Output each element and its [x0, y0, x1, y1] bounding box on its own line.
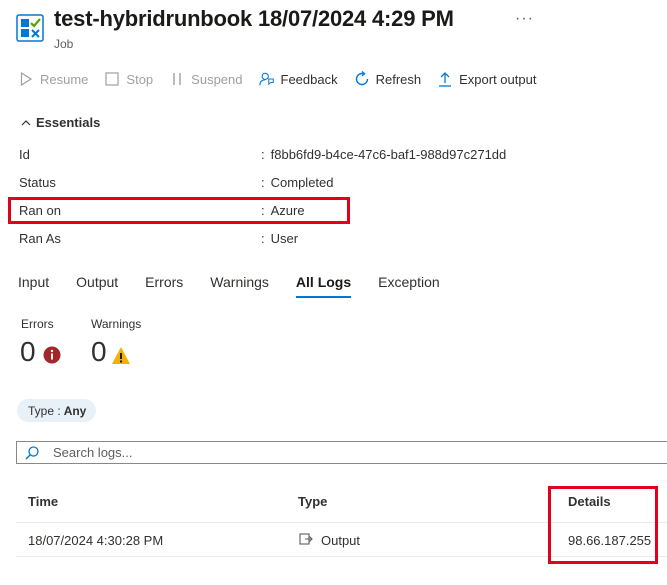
resume-button[interactable]: Resume [18, 71, 88, 87]
search-icon [25, 445, 39, 459]
refresh-button[interactable]: Refresh [354, 71, 422, 87]
stop-button[interactable]: Stop [104, 71, 153, 87]
feedback-label: Feedback [280, 71, 338, 87]
resume-label: Resume [40, 71, 89, 87]
id-label: Id [19, 147, 30, 162]
export-output-button[interactable]: Export output [437, 71, 536, 87]
type-filter-value: Any [63, 403, 87, 418]
command-bar: Resume Stop Suspend Feedback Refresh Exp… [18, 68, 552, 90]
details-highlight-box [548, 486, 658, 564]
log-tabs: Input Output Errors Warnings All Logs Ex… [18, 274, 467, 298]
error-icon [43, 346, 61, 367]
type-filter-pill[interactable]: Type : Any [17, 399, 97, 422]
warnings-count-value: 0 [91, 336, 107, 367]
row-type: Output [321, 533, 361, 548]
refresh-icon [354, 71, 370, 87]
stop-label: Stop [126, 71, 154, 87]
pause-icon [169, 71, 185, 87]
status-value-text: Completed [270, 175, 334, 190]
play-icon [18, 71, 34, 87]
ran-as-label: Ran As [19, 231, 61, 246]
suspend-label: Suspend [191, 71, 243, 87]
warnings-count-label: Warnings [91, 317, 142, 331]
feedback-icon [258, 71, 275, 87]
tab-output[interactable]: Output [76, 274, 118, 298]
suspend-button[interactable]: Suspend [169, 71, 243, 87]
essentials-toggle[interactable]: Essentials [20, 115, 100, 130]
output-type-icon [299, 532, 313, 549]
row-time: 18/07/2024 4:30:28 PM [28, 533, 164, 548]
id-value-text: f8bb6fd9-b4ce-47c6-baf1-988d97c271dd [270, 147, 507, 162]
column-header-type[interactable]: Type [298, 494, 327, 509]
search-logs-input[interactable]: Search logs... [16, 441, 667, 464]
warning-icon [111, 346, 131, 368]
refresh-label: Refresh [375, 71, 422, 87]
more-options-button[interactable]: ··· [515, 10, 534, 28]
errors-count-label: Errors [21, 317, 54, 331]
export-output-label: Export output [459, 71, 537, 87]
page-subtitle: Job [54, 37, 74, 51]
tab-all-logs[interactable]: All Logs [295, 274, 352, 298]
errors-count-value: 0 [20, 336, 36, 367]
tab-errors[interactable]: Errors [145, 274, 183, 298]
feedback-button[interactable]: Feedback [258, 71, 338, 87]
status-label: Status [19, 175, 56, 190]
ran-as-value-text: User [270, 231, 299, 246]
chevron-up-icon [21, 119, 31, 125]
status-value: : Completed [261, 175, 334, 190]
essentials-header: Essentials [36, 115, 101, 130]
column-header-time[interactable]: Time [28, 494, 58, 509]
tab-warnings[interactable]: Warnings [210, 274, 269, 298]
ran-on-highlight-box [8, 197, 350, 224]
search-placeholder: Search logs... [53, 445, 133, 460]
type-filter-label: Type : [28, 403, 61, 418]
ran-as-value: : User [261, 231, 299, 246]
page-title: test-hybridrunbook 18/07/2024 4:29 PM [54, 6, 454, 31]
tab-exception[interactable]: Exception [378, 274, 439, 298]
tab-input[interactable]: Input [18, 274, 49, 298]
stop-icon [104, 71, 120, 87]
upload-icon [437, 71, 453, 87]
id-value: : f8bb6fd9-b4ce-47c6-baf1-988d97c271dd [261, 147, 507, 162]
job-icon [16, 14, 44, 42]
